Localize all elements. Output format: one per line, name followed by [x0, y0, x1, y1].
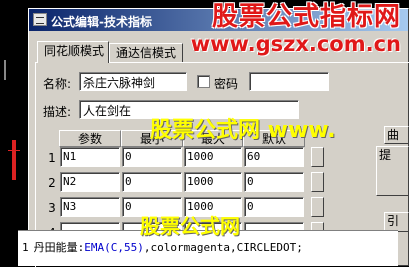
candle-tick	[8, 150, 20, 151]
hint-panel: 提	[376, 146, 409, 196]
chart-background	[0, 0, 30, 266]
tab-tongdaxin-mode[interactable]: 通达信模式	[109, 43, 183, 63]
param-default-cell[interactable]: 0	[244, 197, 304, 217]
candle-bar	[4, 60, 6, 80]
param-name-cell[interactable]: N1	[60, 147, 120, 167]
password-field[interactable]	[249, 72, 329, 91]
code-line-number: 1	[22, 241, 29, 254]
candle-bar	[12, 140, 16, 180]
name-label: 名称:	[43, 77, 72, 91]
row-spin-button[interactable]	[311, 147, 324, 167]
window-app-icon	[33, 13, 47, 26]
code-suffix: ,colormagenta,CIRCLEDOT;	[143, 241, 303, 254]
watermark-overlay-bottom: 股票公式网	[140, 214, 240, 238]
watermark-title: 股票公式指标网	[211, 2, 401, 32]
tab-label: 同花顺模式	[44, 44, 105, 58]
param-default-cell[interactable]: 60	[244, 147, 304, 167]
description-label: 描述:	[43, 105, 72, 119]
code-prefix: 丹田能量:	[33, 241, 85, 254]
param-max-cell[interactable]: 1000	[184, 147, 242, 167]
param-min-cell[interactable]: 0	[122, 172, 182, 192]
code-line: 1 丹田能量:EMA(C,55),colormagenta,CIRCLEDOT;	[22, 239, 303, 255]
param-name-cell[interactable]: N2	[60, 172, 120, 192]
param-max-cell[interactable]: 1000	[184, 172, 242, 192]
tab-tonghuashun-mode[interactable]: 同花顺模式	[37, 41, 109, 63]
window-title: 公式编辑-技术指标	[51, 15, 152, 29]
watermark-overlay: 股票公式网 www.	[150, 118, 336, 143]
row-number: 2	[48, 176, 56, 190]
row-spin-button[interactable]	[311, 197, 324, 217]
param-name-cell[interactable]: N3	[60, 197, 120, 217]
password-checkbox[interactable]	[197, 75, 210, 88]
header-param: 参数	[59, 130, 121, 147]
row-spin-button[interactable]	[311, 172, 324, 192]
curve-button[interactable]: 曲	[384, 126, 409, 144]
row-number: 1	[48, 151, 56, 165]
hint-label: 提	[379, 148, 392, 162]
row-number: 3	[48, 201, 56, 215]
tab-label: 通达信模式	[116, 46, 177, 60]
name-field[interactable]: 杀庄六脉神剑	[79, 72, 187, 91]
import-button-label: 引	[387, 214, 400, 228]
param-min-cell[interactable]: 0	[122, 147, 182, 167]
password-label: 密码	[214, 77, 239, 91]
param-default-cell[interactable]: 0	[244, 172, 304, 192]
watermark-url: www.gszx.com.cn	[190, 32, 401, 56]
code-function: EMA	[84, 241, 105, 254]
site-watermark: 股票公式指标网 www.gszx.com.cn	[191, 2, 401, 56]
import-button[interactable]: 引	[384, 212, 409, 232]
curve-button-label: 曲	[387, 128, 400, 142]
code-args: (C,55)	[104, 241, 144, 254]
